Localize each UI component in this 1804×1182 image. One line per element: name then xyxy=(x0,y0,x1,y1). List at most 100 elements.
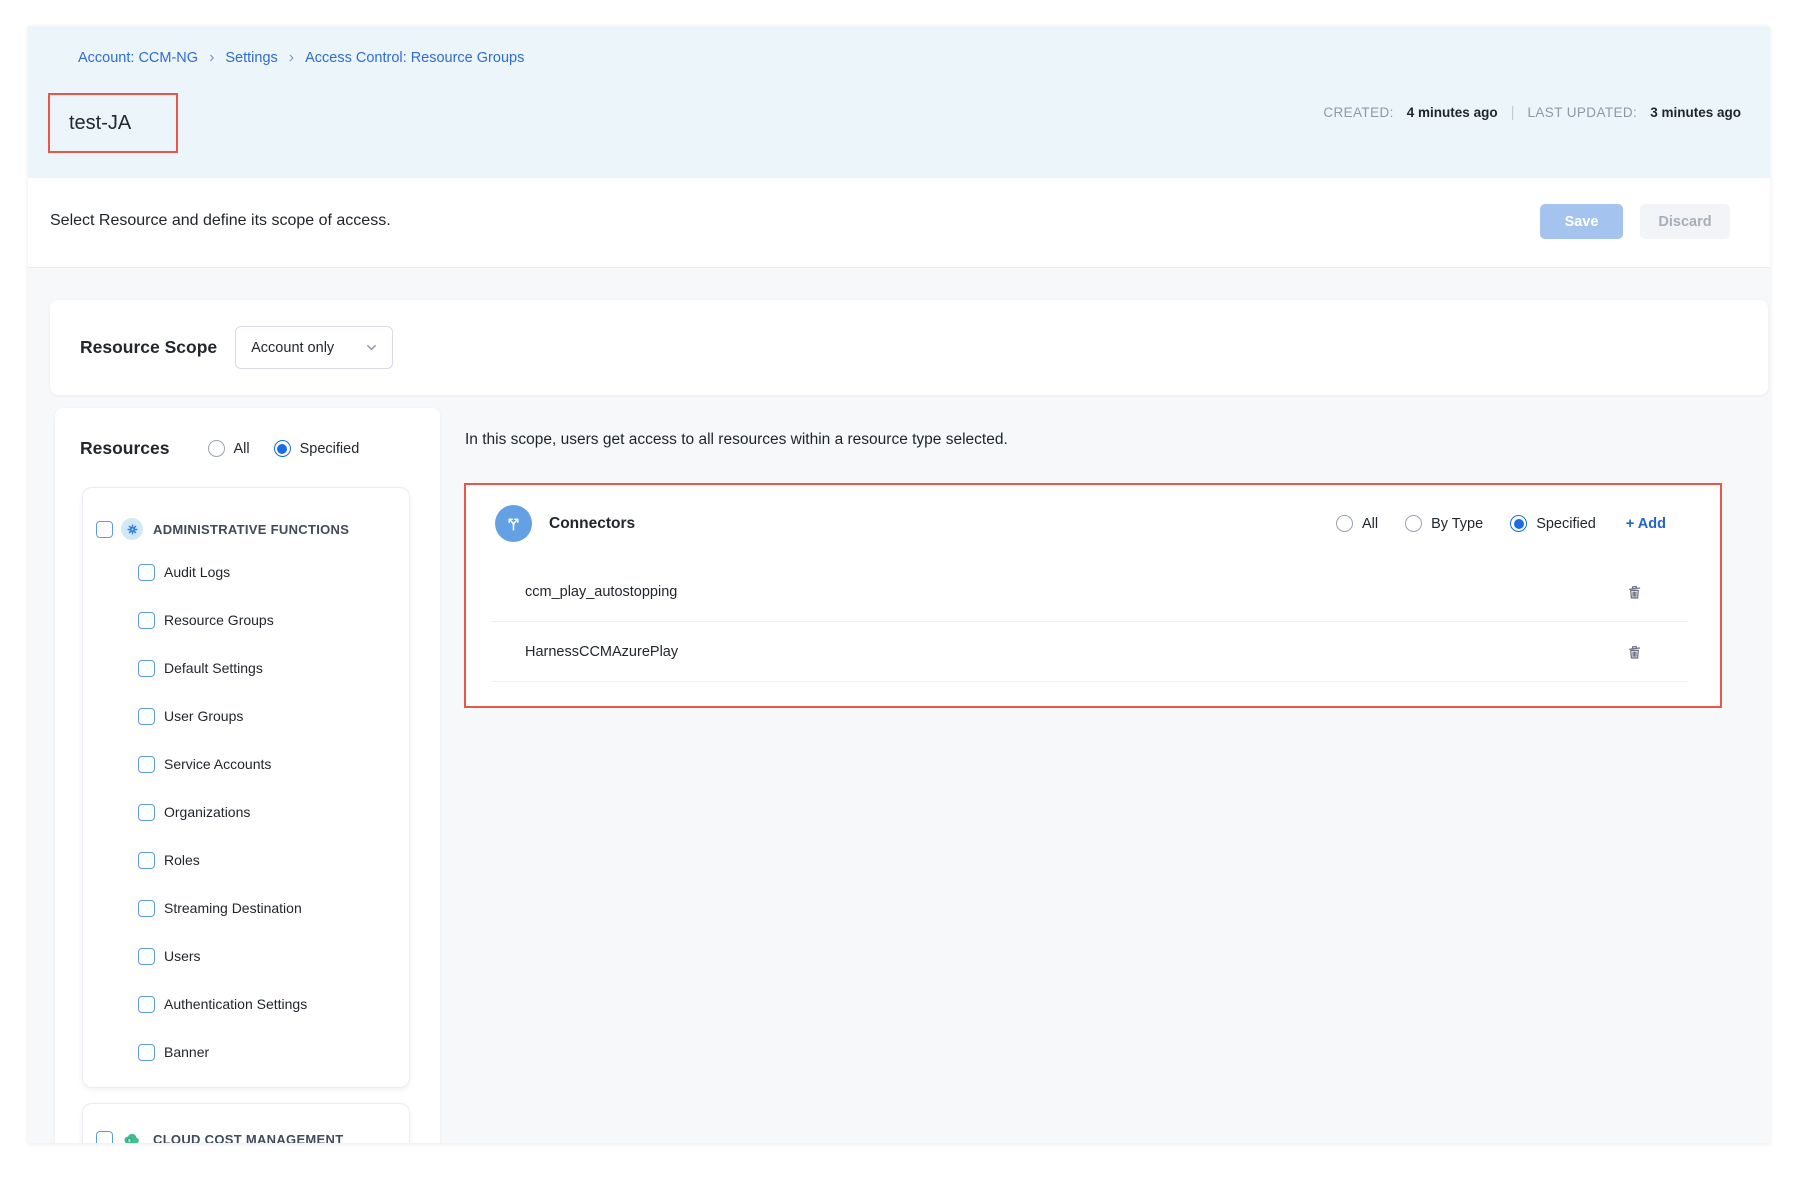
resource-group-cloud-cost-management: $ CLOUD COST MANAGEMENT xyxy=(82,1103,410,1143)
resource-item-row[interactable]: User Groups xyxy=(96,692,409,740)
save-button[interactable]: Save xyxy=(1540,204,1623,239)
radio-all-label: All xyxy=(1362,516,1378,532)
action-toolbar: Select Resource and define its scope of … xyxy=(28,178,1770,268)
resource-item-row[interactable]: Authentication Settings xyxy=(96,980,409,1028)
resources-radio-specified[interactable]: Specified xyxy=(274,440,360,457)
connector-row: ccm_play_autostopping xyxy=(492,562,1688,622)
connectors-header: Connectors All By Type Specified + Add xyxy=(466,485,1720,562)
trash-icon xyxy=(1625,642,1644,662)
resource-scope-dropdown[interactable]: Account only xyxy=(235,326,393,369)
resources-header: Resources All Specified xyxy=(80,438,440,459)
radio-specified-label: Specified xyxy=(1536,516,1596,532)
radio-icon[interactable] xyxy=(1336,515,1353,532)
resource-item-label: Authentication Settings xyxy=(164,996,307,1012)
resource-group-administrative-functions: ADMINISTRATIVE FUNCTIONS Audit Logs Reso… xyxy=(82,487,410,1088)
resource-item-row[interactable]: Users xyxy=(96,932,409,980)
resource-item-label: Default Settings xyxy=(164,660,263,676)
resource-item-row[interactable]: Resource Groups xyxy=(96,596,409,644)
resource-item-label: Banner xyxy=(164,1044,209,1060)
resource-scope-label: Resource Scope xyxy=(80,337,217,358)
delete-connector-button[interactable] xyxy=(1625,582,1644,602)
fork-arrows-icon xyxy=(495,505,532,542)
resource-item-checkbox[interactable] xyxy=(138,948,155,965)
app-page: Account: CCM-NG › Settings › Access Cont… xyxy=(28,26,1770,1143)
created-label: CREATED: xyxy=(1323,105,1393,120)
resource-item-checkbox[interactable] xyxy=(138,660,155,677)
page-title: test-JA xyxy=(50,112,131,135)
cloud-cost-checkbox[interactable] xyxy=(96,1131,113,1144)
resource-item-checkbox[interactable] xyxy=(138,756,155,773)
resource-item-checkbox[interactable] xyxy=(138,564,155,581)
breadcrumb-chevron-icon: › xyxy=(289,50,294,66)
gear-icon xyxy=(121,518,143,540)
group-label: ADMINISTRATIVE FUNCTIONS xyxy=(153,522,349,537)
radio-by-type-label: By Type xyxy=(1431,516,1483,532)
last-updated-value: 3 minutes ago xyxy=(1650,105,1741,120)
resource-item-label: Resource Groups xyxy=(164,612,274,628)
last-updated-label: LAST UPDATED: xyxy=(1527,105,1637,120)
resource-item-row[interactable]: Organizations xyxy=(96,788,409,836)
breadcrumb-settings-link[interactable]: Settings xyxy=(225,50,277,66)
resource-item-checkbox[interactable] xyxy=(138,1044,155,1061)
resource-item-row[interactable]: Service Accounts xyxy=(96,740,409,788)
resource-item-checkbox[interactable] xyxy=(138,708,155,725)
resource-item-checkbox[interactable] xyxy=(138,852,155,869)
trash-icon xyxy=(1625,582,1644,602)
resource-item-checkbox[interactable] xyxy=(138,996,155,1013)
connectors-radio-all[interactable]: All xyxy=(1336,515,1378,532)
radio-icon-checked[interactable] xyxy=(274,440,291,457)
connectors-controls: All By Type Specified + Add xyxy=(1309,515,1666,532)
radio-icon-checked[interactable] xyxy=(1510,515,1527,532)
resource-item-label: Users xyxy=(164,948,201,964)
connector-rows: ccm_play_autostopping HarnessCCMAzurePla… xyxy=(492,562,1688,682)
resource-item-row[interactable]: Audit Logs xyxy=(96,548,409,596)
connector-name: HarnessCCMAzurePlay xyxy=(525,644,678,660)
breadcrumb-chevron-icon: › xyxy=(209,50,214,66)
scope-info-text: In this scope, users get access to all r… xyxy=(465,431,1008,449)
resource-item-checkbox[interactable] xyxy=(138,804,155,821)
resource-item-row[interactable]: Default Settings xyxy=(96,644,409,692)
resources-panel: Resources All Specified xyxy=(55,408,440,1143)
radio-specified-label: Specified xyxy=(300,441,360,457)
resource-item-row[interactable]: Streaming Destination xyxy=(96,884,409,932)
connector-row: HarnessCCMAzurePlay xyxy=(492,622,1688,682)
resource-item-label: Organizations xyxy=(164,804,250,820)
page-description: Select Resource and define its scope of … xyxy=(50,212,391,230)
svg-text:$: $ xyxy=(128,1138,131,1143)
resource-scope-card: Resource Scope Account only xyxy=(50,300,1768,395)
page-header: Account: CCM-NG › Settings › Access Cont… xyxy=(28,26,1770,178)
group-label: CLOUD COST MANAGEMENT xyxy=(153,1132,343,1144)
resource-item-label: Audit Logs xyxy=(164,564,230,580)
radio-icon[interactable] xyxy=(1405,515,1422,532)
resource-item-checkbox[interactable] xyxy=(138,900,155,917)
resources-title: Resources xyxy=(80,438,170,459)
add-connector-button[interactable]: + Add xyxy=(1626,516,1666,532)
radio-icon[interactable] xyxy=(208,440,225,457)
resource-item-row[interactable]: Banner xyxy=(96,1028,409,1076)
annotation-box-connectors: Connectors All By Type Specified + Add xyxy=(464,483,1722,708)
chevron-down-icon xyxy=(364,340,379,355)
connectors-title: Connectors xyxy=(549,515,635,533)
connectors-radio-by-type[interactable]: By Type xyxy=(1405,515,1483,532)
resources-radio-all[interactable]: All xyxy=(208,440,250,457)
group-header[interactable]: $ CLOUD COST MANAGEMENT xyxy=(96,1128,409,1143)
resource-item-label: Roles xyxy=(164,852,200,868)
timestamps: CREATED: 4 minutes ago | LAST UPDATED: 3… xyxy=(1323,104,1741,121)
breadcrumb-account-link[interactable]: Account: CCM-NG xyxy=(78,50,198,66)
cloud-dollar-icon: $ xyxy=(121,1128,143,1143)
breadcrumb-resource-groups-link[interactable]: Access Control: Resource Groups xyxy=(305,50,524,66)
connector-name: ccm_play_autostopping xyxy=(525,584,677,600)
discard-button[interactable]: Discard xyxy=(1640,204,1730,239)
delete-connector-button[interactable] xyxy=(1625,642,1644,662)
resource-item-label: User Groups xyxy=(164,708,243,724)
resource-item-row[interactable]: Roles xyxy=(96,836,409,884)
group-header[interactable]: ADMINISTRATIVE FUNCTIONS xyxy=(96,518,409,540)
annotation-box-title: test-JA xyxy=(48,93,178,153)
admin-functions-checkbox[interactable] xyxy=(96,521,113,538)
main-content: Resource Scope Account only Resources Al… xyxy=(28,268,1770,1143)
admin-functions-items: Audit Logs Resource Groups Default Setti… xyxy=(96,548,409,1076)
connectors-radio-specified[interactable]: Specified xyxy=(1510,515,1596,532)
resource-scope-dropdown-value: Account only xyxy=(251,340,334,356)
breadcrumb: Account: CCM-NG › Settings › Access Cont… xyxy=(78,50,524,66)
resource-item-checkbox[interactable] xyxy=(138,612,155,629)
